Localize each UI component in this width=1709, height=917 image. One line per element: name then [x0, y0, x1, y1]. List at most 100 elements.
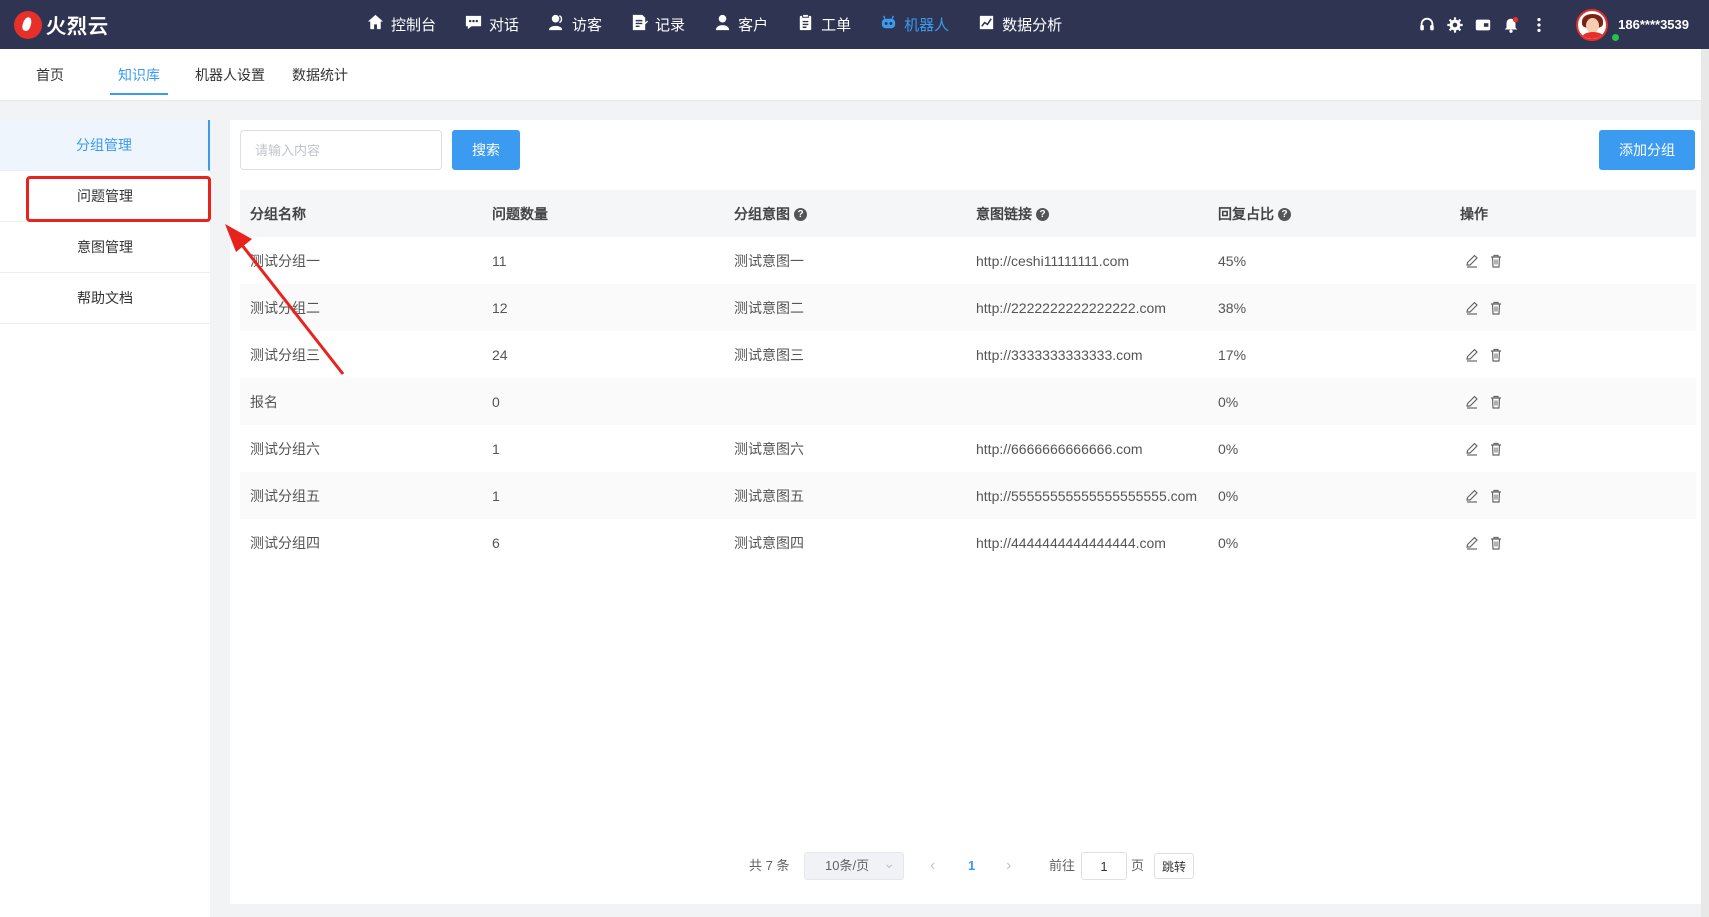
nav-label: 机器人 [904, 17, 950, 34]
goto-page-input[interactable] [1081, 852, 1127, 880]
nav-label: 记录 [655, 17, 686, 34]
cell-actions [1450, 519, 1696, 566]
nav-item-chat[interactable]: 对话 [464, 0, 519, 49]
main-nav: 控制台 对话 访客 记录 客户 工单 机器人 数据分析 [366, 0, 1090, 49]
cell-question-count: 11 [492, 252, 507, 269]
bell-icon[interactable] [1502, 16, 1520, 34]
delete-icon[interactable] [1488, 488, 1504, 504]
wallet-icon[interactable] [1474, 16, 1492, 34]
prev-page-icon[interactable]: ‹ [930, 852, 935, 880]
goto-suffix: 页 [1131, 858, 1145, 873]
cell-reply-ratio: 0% [1218, 487, 1239, 504]
group-table: 分组名称 问题数量 分组意图? 意图链接? 回复占比? 操作 测试分组一 11 … [240, 190, 1696, 566]
cell-question-count: 1 [492, 487, 500, 504]
help-icon[interactable]: ? [1278, 208, 1291, 222]
cell-intent-link: http://6666666666666.com [976, 440, 1143, 457]
robot-icon [879, 13, 898, 36]
delete-icon[interactable] [1488, 394, 1504, 410]
cell-intent-link: http://ceshi11111111.com [976, 252, 1130, 269]
sidebar-item-intent-management[interactable]: 意图管理 [0, 222, 210, 273]
table-row: 测试分组五 1 测试意图五 http://5555555555555555555… [240, 472, 1696, 519]
cell-group-intent: 测试意图二 [734, 299, 804, 316]
edit-icon[interactable] [1464, 300, 1480, 316]
jump-button[interactable]: 跳转 [1154, 853, 1194, 879]
edit-icon[interactable] [1464, 347, 1480, 363]
subnav-item-statistics[interactable]: 数据统计 [292, 49, 348, 101]
page-size-select[interactable]: 10条/页 [804, 850, 904, 880]
chat-icon [464, 13, 483, 36]
cell-reply-ratio: 45% [1218, 252, 1247, 269]
logo[interactable]: 火烈云 [14, 10, 109, 39]
goto-prefix: 前往 [1049, 858, 1076, 873]
flame-logo-icon [14, 10, 42, 39]
pagination-total: 共 7 条 [749, 858, 790, 873]
nav-label: 数据分析 [1002, 17, 1063, 34]
cell-group-intent: 测试意图四 [734, 534, 804, 551]
sidebar-item-help-docs[interactable]: 帮助文档 [0, 273, 210, 324]
subnav-item-robot-settings[interactable]: 机器人设置 [195, 49, 265, 101]
cell-question-count: 12 [492, 299, 508, 316]
delete-icon[interactable] [1488, 441, 1504, 457]
gear-icon[interactable] [1446, 16, 1464, 34]
more-icon[interactable] [1530, 16, 1548, 34]
delete-icon[interactable] [1488, 253, 1504, 269]
nav-item-ticket[interactable]: 工单 [796, 0, 851, 49]
page-number-current[interactable]: 1 [968, 852, 975, 880]
column-header-reply-ratio: 回复占比? [1208, 190, 1450, 237]
delete-icon[interactable] [1488, 300, 1504, 316]
cell-question-count: 0 [492, 393, 500, 410]
delete-icon[interactable] [1488, 535, 1504, 551]
cell-group-name: 测试分组三 [250, 346, 320, 363]
table-header-row: 分组名称 问题数量 分组意图? 意图链接? 回复占比? 操作 [240, 190, 1696, 237]
avatar[interactable] [1576, 8, 1609, 41]
cell-group-intent [724, 378, 966, 425]
nav-item-analytics[interactable]: 数据分析 [977, 0, 1062, 49]
delete-icon[interactable] [1488, 347, 1504, 363]
cell-group-name: 测试分组五 [250, 487, 320, 504]
table-row: 测试分组一 11 测试意图一 http://ceshi11111111.com … [240, 237, 1696, 284]
edit-icon[interactable] [1464, 394, 1480, 410]
cell-question-count: 1 [492, 440, 500, 457]
nav-item-visitor[interactable]: 访客 [547, 0, 602, 49]
online-status-dot [1611, 33, 1620, 42]
subnav-item-knowledge-base[interactable]: 知识库 [110, 49, 168, 101]
edit-icon[interactable] [1464, 535, 1480, 551]
scrollbar-track[interactable] [1701, 49, 1709, 917]
cell-reply-ratio: 0% [1218, 440, 1239, 457]
cell-question-count: 24 [492, 346, 508, 363]
sidebar-item-group-management[interactable]: 分组管理 [0, 120, 210, 171]
headset-icon[interactable] [1418, 16, 1436, 34]
nav-item-records[interactable]: 记录 [630, 0, 685, 49]
main-panel: 搜索 添加分组 分组名称 问题数量 分组意图? 意图链接? 回复占比? 操作 测… [230, 120, 1701, 904]
help-icon[interactable]: ? [794, 208, 807, 222]
nav-label: 控制台 [391, 17, 437, 34]
subnav-item-home[interactable]: 首页 [36, 49, 64, 101]
edit-icon[interactable] [1464, 488, 1480, 504]
cell-group-intent: 测试意图五 [734, 487, 804, 504]
column-header-group-name: 分组名称 [250, 205, 306, 222]
search-button[interactable]: 搜索 [452, 130, 520, 170]
column-header-intent-link: 意图链接? [966, 190, 1208, 237]
ticket-icon [796, 13, 815, 36]
user-phone[interactable]: 186****3539 [1618, 17, 1689, 32]
nav-item-robot[interactable]: 机器人 [879, 0, 949, 49]
column-header-actions: 操作 [1460, 205, 1488, 222]
nav-label: 客户 [738, 17, 769, 34]
nav-item-dashboard[interactable]: 控制台 [366, 0, 436, 49]
nav-item-customer[interactable]: 客户 [713, 0, 768, 49]
pagination: 共 7 条 10条/页 ‹ 1 › 前往 页 跳转 [230, 850, 1701, 882]
add-group-button[interactable]: 添加分组 [1599, 130, 1695, 170]
edit-icon[interactable] [1464, 441, 1480, 457]
cell-group-name: 报名 [250, 393, 278, 410]
next-page-icon[interactable]: › [1006, 852, 1011, 880]
search-input[interactable] [240, 130, 442, 170]
edit-icon[interactable] [1464, 253, 1480, 269]
help-icon[interactable]: ? [1036, 208, 1049, 222]
cell-intent-link: http://55555555555555555555.com [976, 487, 1198, 504]
cell-intent-link: http://3333333333333.com [976, 346, 1143, 363]
cell-question-count: 6 [492, 534, 500, 551]
table-row: 测试分组三 24 测试意图三 http://3333333333333.com … [240, 331, 1696, 378]
sub-nav: 首页 知识库 机器人设置 数据统计 [0, 49, 1709, 101]
visitor-icon [547, 13, 566, 36]
cell-group-name: 测试分组四 [250, 534, 320, 551]
